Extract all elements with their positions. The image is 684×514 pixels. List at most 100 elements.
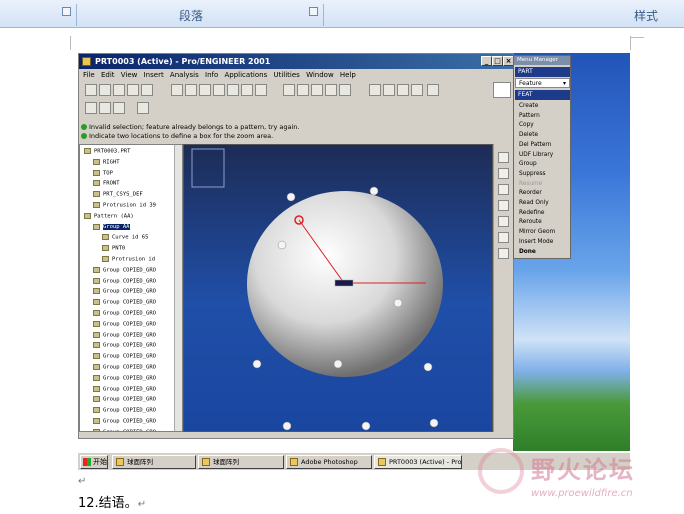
menu-manager-item[interactable]: Insert Mode <box>519 239 553 245</box>
datum-curve-tool-icon[interactable] <box>498 184 509 195</box>
task-item[interactable]: 球面阵列 <box>112 455 196 469</box>
tree-item[interactable]: Group COPIED_GRO <box>93 364 156 371</box>
tree-item[interactable]: Group COPIED_GRO <box>93 277 156 284</box>
tree-item[interactable]: Group COPIED_GRO <box>93 396 156 403</box>
menu-edit[interactable]: Edit <box>101 71 115 79</box>
tree-item[interactable]: RIGHT <box>93 158 120 165</box>
task-item[interactable]: 球面阵列 <box>198 455 284 469</box>
tree-item[interactable]: Group COPIED_GRO <box>93 331 156 338</box>
tree-item[interactable]: Group COPIED_GRO <box>93 353 156 360</box>
refit-icon[interactable] <box>213 84 225 96</box>
tree-item[interactable]: Group COPIED_GRO <box>93 385 156 392</box>
tree-item[interactable]: TOP <box>93 169 113 176</box>
tree-item[interactable]: Protrusion id <box>102 256 155 263</box>
save-icon[interactable] <box>113 84 125 96</box>
task-item-active[interactable]: PRT0003 (Active) - Pro/E... <box>374 455 462 469</box>
pattern-dimension-tag[interactable] <box>334 279 354 287</box>
menu-manager-item[interactable]: Read Only <box>519 200 549 206</box>
menu-feat-header[interactable]: FEAT <box>515 90 570 100</box>
menu-manager-item[interactable]: Reorder <box>519 190 542 196</box>
zoom-out-icon[interactable] <box>199 84 211 96</box>
coordinate-systems-icon[interactable] <box>411 84 423 96</box>
menu-view[interactable]: View <box>121 71 138 79</box>
menu-manager-item[interactable]: Suppress <box>519 171 546 177</box>
tree-item[interactable]: Protrusion id 39 <box>93 202 156 209</box>
tree-item[interactable]: Group COPIED_GRO <box>93 407 156 414</box>
tree-item[interactable]: PRT0003.PRT <box>84 148 130 155</box>
hidden-line-icon[interactable] <box>297 84 309 96</box>
menu-insert[interactable]: Insert <box>144 71 164 79</box>
datum-plane-tool-icon[interactable] <box>498 152 509 163</box>
tree-item[interactable]: Group COPIED_GRO <box>93 288 156 295</box>
menu-info[interactable]: Info <box>205 71 218 79</box>
tree-item[interactable]: Group COPIED_GRO <box>93 342 156 349</box>
tree-scrollbar[interactable] <box>174 145 182 431</box>
tree-item[interactable]: Group COPIED_GRO <box>93 428 156 431</box>
menu-manager-item[interactable]: Reroute <box>519 219 542 225</box>
menu-file[interactable]: File <box>83 71 95 79</box>
menu-help[interactable]: Help <box>340 71 356 79</box>
layers-icon[interactable] <box>255 84 267 96</box>
menu-utilities[interactable]: Utilities <box>273 71 299 79</box>
menu-manager-item[interactable]: Create <box>519 103 538 109</box>
select-icon[interactable] <box>85 102 97 114</box>
menu-manager-item[interactable]: Pattern <box>519 113 540 119</box>
tree-item[interactable]: FRONT <box>93 180 120 187</box>
coord-sys-tool-icon[interactable] <box>498 216 509 227</box>
tree-item[interactable]: PNT0 <box>102 245 125 252</box>
menu-window[interactable]: Window <box>306 71 334 79</box>
feature-dropdown[interactable]: Feature ▾ <box>515 78 570 88</box>
menu-manager-item[interactable]: Redefine <box>519 210 544 216</box>
datum-axes-icon[interactable] <box>383 84 395 96</box>
font-dialog-launcher-icon[interactable] <box>62 7 71 16</box>
paragraph-dialog-launcher-icon[interactable] <box>309 7 318 16</box>
start-button[interactable]: 开始 <box>80 455 108 469</box>
orient-icon[interactable] <box>227 84 239 96</box>
menu-part-header[interactable]: PART <box>515 67 570 77</box>
tree-item[interactable]: Group COPIED_GRO <box>93 418 156 425</box>
graphics-viewport[interactable] <box>183 144 493 432</box>
maximize-button[interactable]: □ <box>492 56 503 66</box>
tree-item[interactable]: Group COPIED_GRO <box>93 266 156 273</box>
new-file-icon[interactable] <box>85 84 97 96</box>
no-hidden-icon[interactable] <box>311 84 323 96</box>
menu-applications[interactable]: Applications <box>224 71 267 79</box>
pick-icon[interactable] <box>113 102 125 114</box>
saved-views-icon[interactable] <box>241 84 253 96</box>
tree-item[interactable]: Group AA <box>93 223 130 231</box>
shading-icon[interactable] <box>325 84 337 96</box>
tree-item[interactable]: Group COPIED_GRO <box>93 310 156 317</box>
tree-item[interactable]: Group COPIED_GRO <box>93 299 156 306</box>
repaint-icon[interactable] <box>171 84 183 96</box>
open-file-icon[interactable] <box>99 84 111 96</box>
model-tree-icon[interactable] <box>339 84 351 96</box>
context-help-icon[interactable] <box>137 102 149 114</box>
menu-analysis[interactable]: Analysis <box>170 71 199 79</box>
tree-item[interactable]: Group COPIED_GRO <box>93 320 156 327</box>
datum-axis-tool-icon[interactable] <box>498 168 509 179</box>
datum-point-tool-icon[interactable] <box>498 200 509 211</box>
tree-item[interactable]: Group COPIED_GRO <box>93 374 156 381</box>
save-copy-icon[interactable] <box>127 84 139 96</box>
analysis-tool-icon[interactable] <box>498 232 509 243</box>
datum-points-icon[interactable] <box>397 84 409 96</box>
zoom-in-icon[interactable] <box>185 84 197 96</box>
tree-item[interactable]: Pattern (AA) <box>84 212 134 219</box>
menu-manager-item[interactable]: Group <box>519 161 537 167</box>
menu-manager-item[interactable]: Delete <box>519 132 538 138</box>
menu-manager-item[interactable]: Done <box>519 249 536 255</box>
menu-manager-item[interactable]: Del Pattern <box>519 142 551 148</box>
menu-manager-item[interactable]: Mirror Geom <box>519 229 555 235</box>
ref-feature-tool-icon[interactable] <box>498 248 509 259</box>
tree-item[interactable]: Curve id 65 <box>102 234 148 241</box>
menu-manager-item[interactable]: UDF Library <box>519 152 553 158</box>
print-icon[interactable] <box>141 84 153 96</box>
menu-manager-item[interactable]: Copy <box>519 122 534 128</box>
datum-planes-icon[interactable] <box>369 84 381 96</box>
sketch-icon[interactable] <box>493 82 511 98</box>
wireframe-icon[interactable] <box>283 84 295 96</box>
minimize-button[interactable]: _ <box>481 56 492 66</box>
spin-center-icon[interactable] <box>427 84 439 96</box>
task-item[interactable]: Adobe Photoshop <box>286 455 372 469</box>
query-select-icon[interactable] <box>99 102 111 114</box>
